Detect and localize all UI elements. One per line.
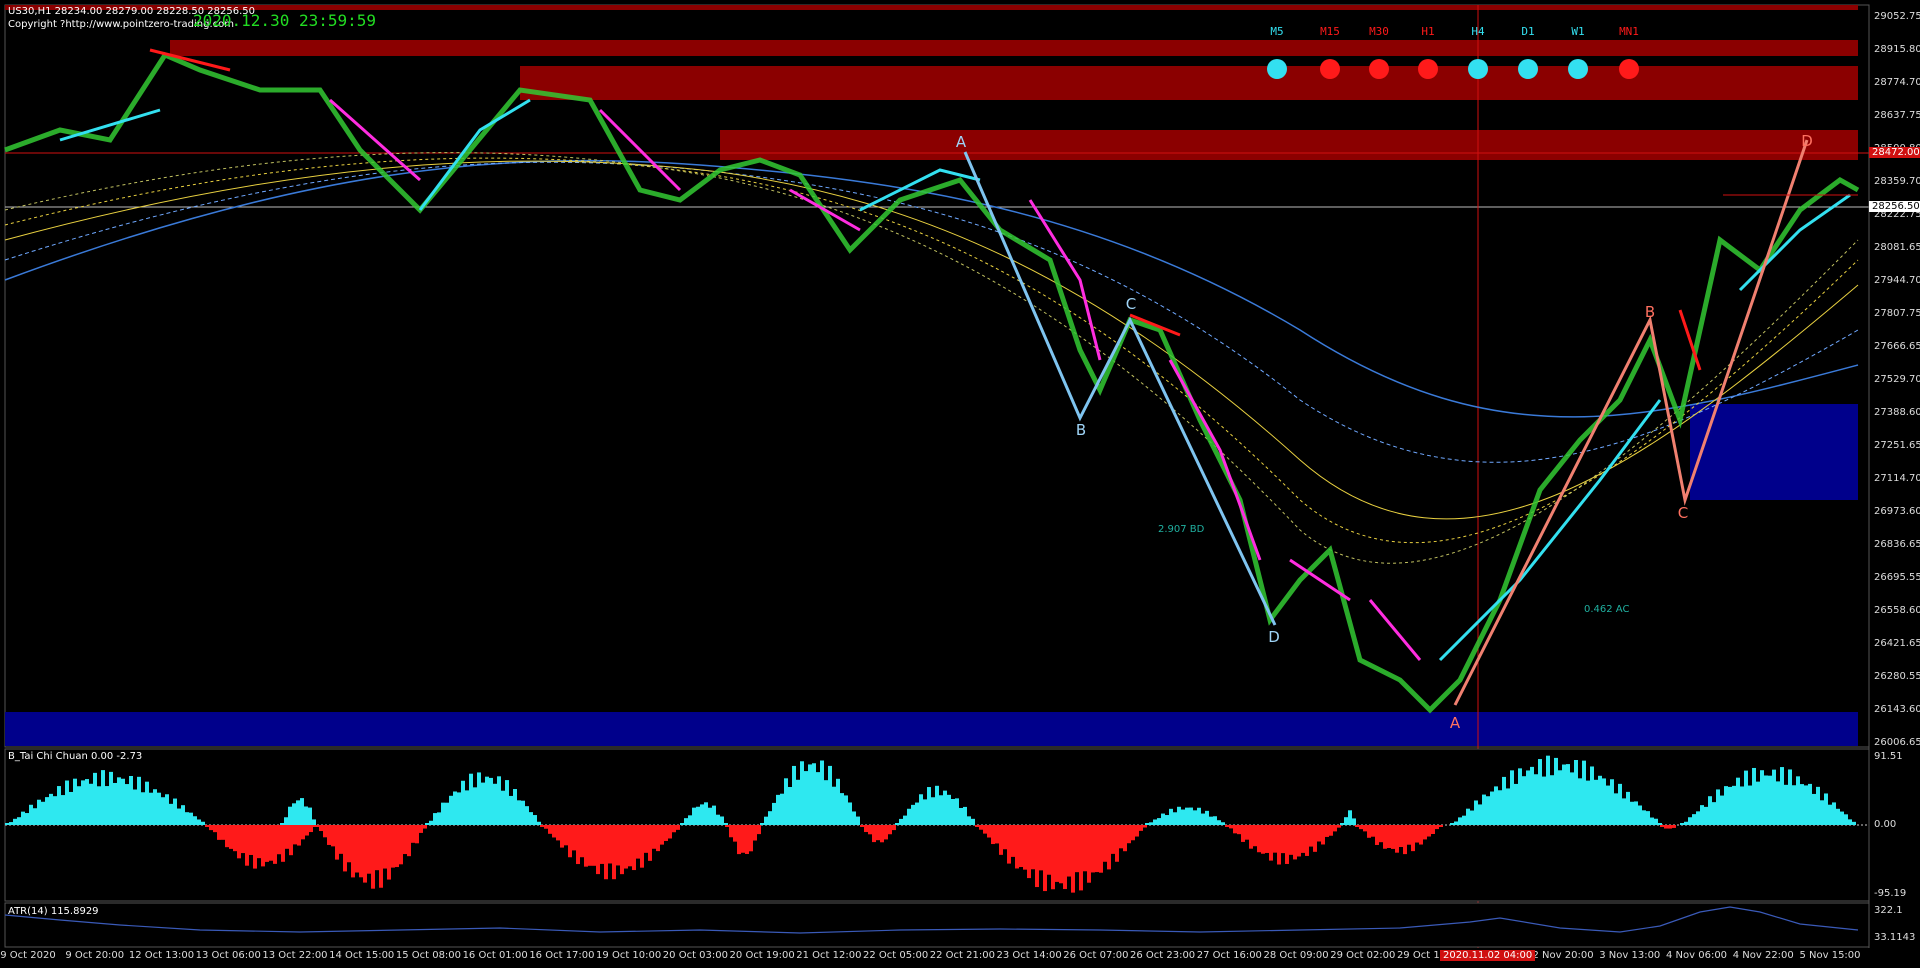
time-axis-label: 19 Oct 10:00	[596, 950, 662, 961]
orange-point-c: C	[1677, 504, 1689, 522]
price-axis-label: 28774.70	[1874, 77, 1920, 88]
atr-label: ATR(14) 115.8929	[8, 906, 99, 917]
tf-label-m30: M30	[1369, 25, 1389, 38]
time-axis-label: 4 Nov 22:00	[1732, 950, 1794, 961]
time-axis-label: 22 Oct 05:00	[863, 950, 929, 961]
tf-label-w1: W1	[1571, 25, 1585, 38]
tf-dot-mn1	[1619, 59, 1639, 79]
price-axis-label: 27529.70	[1874, 374, 1920, 385]
price-axis-label: 28915.80	[1874, 44, 1920, 55]
price-axis-label: 27388.60	[1874, 407, 1920, 418]
price-axis-label: 27251.65	[1874, 440, 1920, 451]
tcc-label: B_Tai Chi Chuan 0.00 -2.73	[8, 751, 143, 762]
tf-label-m15: M15	[1320, 25, 1340, 38]
price-axis-label: 28081.65	[1874, 242, 1920, 253]
time-axis-label: 9 Oct 2020	[0, 950, 56, 961]
price-axis-label: 27807.75	[1874, 308, 1920, 319]
time-axis-label: 3 Nov 13:00	[1599, 950, 1661, 961]
price-axis-label: 26280.55	[1874, 671, 1920, 682]
tf-label-h1: H1	[1421, 25, 1435, 38]
price-axis-label: 28637.75	[1874, 110, 1920, 121]
time-axis-label: 13 Oct 06:00	[195, 950, 261, 961]
price-axis-label: 26973.60	[1874, 506, 1920, 517]
price-chart-area[interactable]	[4, 4, 1870, 748]
orange-point-d: D	[1801, 132, 1813, 150]
time-axis-label: 15 Oct 08:00	[395, 950, 462, 961]
tf-label-d1: D1	[1521, 25, 1535, 38]
time-axis-label: 20 Oct 03:00	[662, 950, 729, 961]
time-axis-label: 29 Oct 02:00	[1330, 950, 1396, 961]
orange-point-b: B	[1644, 303, 1656, 321]
tf-dot-d1	[1518, 59, 1538, 79]
tf-dot-h4	[1468, 59, 1488, 79]
tf-label-mn1: MN1	[1619, 25, 1639, 38]
blue-point-a: A	[955, 133, 967, 151]
price-axis-label: 26836.65	[1874, 539, 1920, 550]
blue-point-b: B	[1075, 421, 1087, 439]
tf-dot-m15	[1320, 59, 1340, 79]
tf-dot-h1	[1418, 59, 1438, 79]
price-axis-label: 26006.65	[1874, 737, 1920, 748]
time-axis-label: 21 Oct 12:00	[796, 950, 862, 961]
time-axis-label: 16 Oct 17:00	[529, 950, 595, 961]
time-axis-label: 23 Oct 14:00	[996, 950, 1062, 961]
time-axis-label: 27 Oct 16:00	[1196, 950, 1262, 961]
time-axis-label: 9 Oct 20:00	[65, 950, 125, 961]
tcc-axis-zero: 0.00	[1874, 819, 1897, 830]
tcc-axis-max: 91.51	[1874, 751, 1903, 762]
time-axis-label: 26 Oct 07:00	[1063, 950, 1129, 961]
price-axis-label: 26558.60	[1874, 605, 1920, 616]
time-axis-label: 28 Oct 09:00	[1263, 950, 1329, 961]
orange-point-a: A	[1449, 714, 1461, 732]
price-axis-label: 27666.65	[1874, 341, 1920, 352]
price-axis-label: 28359.70	[1874, 176, 1920, 187]
time-axis-label: 14 Oct 15:00	[329, 950, 395, 961]
blue-pattern-ratio: 2.907 BD	[1158, 524, 1205, 535]
price-axis-label: 26143.60	[1874, 704, 1920, 715]
time-axis-label: 13 Oct 22:00	[262, 950, 328, 961]
time-axis-label: 16 Oct 01:00	[462, 950, 528, 961]
current-price-tag: 28256.50	[1869, 201, 1920, 212]
price-axis-label: 29052.75	[1874, 11, 1920, 22]
time-axis-label: 22 Oct 21:00	[929, 950, 995, 961]
atr-panel[interactable]	[4, 902, 1870, 948]
tf-dot-m5	[1267, 59, 1287, 79]
tf-dot-m30	[1369, 59, 1389, 79]
time-axis-label: 26 Oct 23:00	[1129, 950, 1196, 961]
orange-pattern-ratio: 0.462 AC	[1584, 604, 1630, 615]
time-highlight-tag: 2020.11.02 04:00	[1440, 950, 1536, 961]
tcc-axis-min: -95.19	[1874, 888, 1907, 899]
price-axis-label: 27944.70	[1874, 275, 1920, 286]
time-axis-label: 4 Nov 06:00	[1665, 950, 1728, 961]
time-axis-label: 12 Oct 13:00	[128, 950, 195, 961]
tf-label-m5: M5	[1270, 25, 1284, 38]
price-axis-label: 26695.55	[1874, 572, 1920, 583]
time-axis-label: 5 Nov 15:00	[1799, 950, 1861, 961]
price-axis-label: 26421.65	[1874, 638, 1920, 649]
timestamp: 2020.12.30 23:59:59	[193, 11, 377, 30]
time-axis-label: 20 Oct 19:00	[729, 950, 795, 961]
time-axis-label: 2 Nov 20:00	[1532, 950, 1594, 961]
price-axis-label: 27114.70	[1874, 473, 1920, 484]
tf-dot-w1	[1568, 59, 1588, 79]
atr-axis-max: 322.1	[1874, 905, 1903, 916]
line-price-tag: 28472.00	[1869, 147, 1920, 158]
blue-point-d: D	[1268, 628, 1280, 646]
blue-point-c: C	[1125, 295, 1137, 313]
atr-axis-min: 33.1143	[1874, 932, 1916, 943]
tf-label-h4: H4	[1471, 25, 1485, 38]
